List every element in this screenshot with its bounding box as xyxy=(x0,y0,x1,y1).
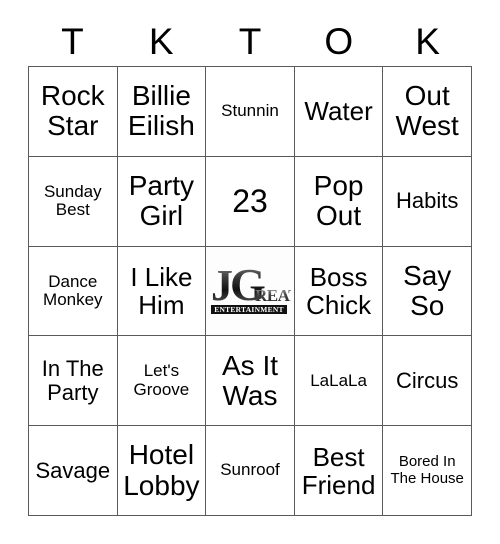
bingo-cell-r1c5[interactable]: Out West xyxy=(383,67,472,157)
bingo-cell-r2c5[interactable]: Habits xyxy=(383,156,472,247)
bingo-card: T K T O K Rock Star Billie Eilish Stunni… xyxy=(0,0,500,544)
bingo-cell-r2c4[interactable]: Pop Out xyxy=(294,156,384,247)
bingo-cell-label: Circus xyxy=(396,367,459,393)
bingo-cell-label: Out West xyxy=(395,80,459,142)
bingo-cell-label: 23 xyxy=(232,182,268,219)
bingo-cell-r4c3[interactable]: As It Was xyxy=(206,336,295,427)
header-letter-3: T xyxy=(238,20,262,62)
bingo-cell-r3c4[interactable]: Boss Chick xyxy=(294,246,384,337)
svg-text:ENTERTAINMENT: ENTERTAINMENT xyxy=(214,305,284,314)
bingo-cell-label: LaLaLa xyxy=(310,370,367,390)
bingo-cell-r1c3[interactable]: Stunnin xyxy=(206,67,295,157)
bingo-cell-label: Let's Groove xyxy=(133,361,190,399)
bingo-cell-label: Sunday Best xyxy=(43,181,102,220)
bingo-cell-label: Sunroof xyxy=(220,460,280,480)
bingo-cell-label: In The Party xyxy=(41,356,104,405)
bingo-cell-r4c4[interactable]: LaLaLa xyxy=(294,336,384,427)
bingo-cell-label: As It Was xyxy=(221,349,278,411)
bingo-cell-r1c2[interactable]: Billie Eilish xyxy=(117,67,207,157)
bingo-cell-label: Water xyxy=(304,96,373,127)
bingo-cell-r5c2[interactable]: Hotel Lobby xyxy=(117,426,207,516)
bingo-cell-r5c4[interactable]: Best Friend xyxy=(294,426,384,516)
bingo-cell-label: Party Girl xyxy=(128,169,195,232)
bingo-cell-label: Bored In The House xyxy=(390,453,464,487)
bingo-cell-label: Savage xyxy=(35,457,111,483)
bingo-cell-r2c3[interactable]: 23 xyxy=(206,156,295,247)
header-letter-1: T xyxy=(61,20,84,62)
bingo-cell-r2c2[interactable]: Party Girl xyxy=(117,156,207,247)
bingo-cell-label: Boss Chick xyxy=(306,261,372,320)
bingo-cell-label: Hotel Lobby xyxy=(123,439,200,501)
bingo-cell-label: Rock Star xyxy=(40,80,105,142)
bingo-cell-label: Stunnin xyxy=(221,101,279,121)
bingo-header-row: T K T O K xyxy=(28,18,472,64)
header-letter-4: O xyxy=(324,20,354,62)
bingo-cell-r3c1[interactable]: Dance Monkey xyxy=(29,246,118,337)
bingo-cell-r4c1[interactable]: In The Party xyxy=(29,336,118,427)
bingo-cell-r1c1[interactable]: Rock Star xyxy=(29,67,118,157)
bingo-cell-label: Billie Eilish xyxy=(127,80,195,142)
bingo-cell-r5c5[interactable]: Bored In The House xyxy=(383,426,472,516)
bingo-cell-label: Say So xyxy=(403,259,452,321)
bingo-cell-r5c3[interactable]: Sunroof xyxy=(206,426,295,516)
bingo-grid: Rock Star Billie Eilish Stunnin Water Ou… xyxy=(28,66,472,516)
bingo-cell-free-space-logo[interactable]: J G REAT ENTERTAINMENT xyxy=(206,246,295,337)
bingo-cell-label: Dance Monkey xyxy=(43,271,103,309)
bingo-cell-label: Pop Out xyxy=(313,169,364,232)
bingo-cell-label: Habits xyxy=(396,188,459,214)
bingo-cell-label: I Like Him xyxy=(130,261,193,320)
svg-text:REAT: REAT xyxy=(255,286,291,305)
bingo-cell-r3c2[interactable]: I Like Him xyxy=(117,246,207,337)
bingo-cell-r5c1[interactable]: Savage xyxy=(29,426,118,516)
jgreat-entertainment-logo-icon: J G REAT ENTERTAINMENT xyxy=(209,261,291,321)
bingo-cell-r4c2[interactable]: Let's Groove xyxy=(117,336,207,427)
bingo-cell-r4c5[interactable]: Circus xyxy=(383,336,472,427)
bingo-cell-r3c5[interactable]: Say So xyxy=(383,246,472,337)
bingo-cell-label: Best Friend xyxy=(301,441,376,500)
bingo-cell-r2c1[interactable]: Sunday Best xyxy=(29,156,118,247)
bingo-cell-r1c4[interactable]: Water xyxy=(294,67,384,157)
header-letter-2: K xyxy=(148,20,174,62)
header-letter-5: K xyxy=(415,20,440,62)
